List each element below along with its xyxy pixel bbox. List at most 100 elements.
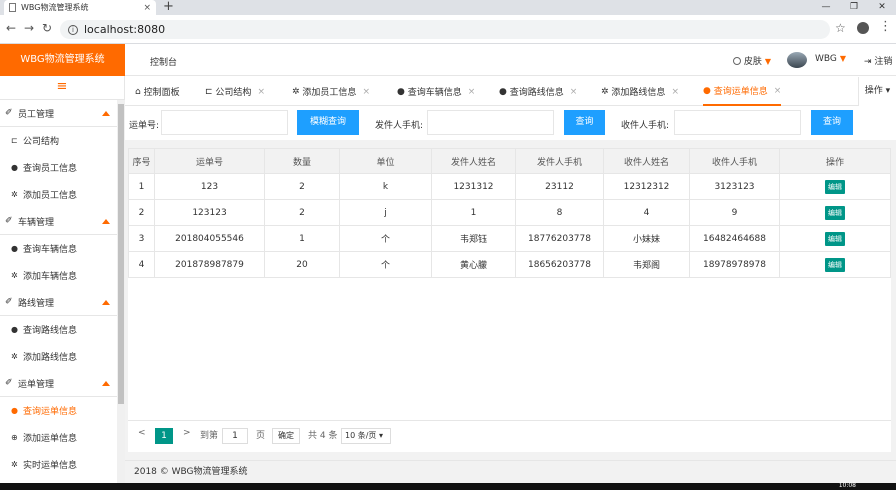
table-cell: 小妹妹 — [603, 225, 690, 252]
reload-icon[interactable]: ↻ — [42, 21, 52, 35]
edit-button[interactable]: 编辑 — [825, 179, 845, 194]
edit-button[interactable]: 编辑 — [825, 231, 845, 246]
prev-page-icon[interactable]: < — [138, 428, 146, 438]
sidebar: ≡ ✐ 员工管理 ⊏ 公司结构 ● 查询员工信息 ✲ 添加员工信息 ✐ 车辆管理 ● 查询车… — [0, 76, 125, 490]
page-tabs: ⌂ 控制面板 ⊏ 公司结构 × ✲ 添加员工信息 × ● 查询车辆信息 × ● 查询路… — [125, 77, 896, 106]
browser-tab[interactable]: WBG物流管理系统 × — [4, 0, 156, 15]
address-bar[interactable]: i localhost:8080 — [60, 20, 830, 39]
header-nav-console[interactable]: 控制台 — [150, 55, 177, 68]
bookmark-star-icon[interactable]: ☆ — [835, 21, 846, 35]
sidebar-scrollbar-thumb[interactable] — [118, 104, 124, 404]
tab-close-icon[interactable]: × — [362, 87, 370, 97]
user-menu[interactable]: WBG ▼ — [815, 54, 846, 64]
sidebar-item-query-staff[interactable]: ● 查询员工信息 — [0, 154, 124, 181]
page-footer: 2018 © WBG物流管理系统 — [125, 460, 896, 483]
browser-tab-title: WBG物流管理系统 — [21, 3, 89, 12]
browser-tab-close-icon[interactable]: × — [143, 3, 151, 13]
table-cell: 20 — [264, 251, 340, 278]
column-header[interactable]: 运单号 — [154, 148, 265, 174]
tab-dashboard[interactable]: ⌂ 控制面板 — [135, 77, 180, 106]
profile-icon[interactable] — [857, 22, 869, 34]
sidebar-item-query-waybill[interactable]: ● 查询运单信息 — [0, 397, 124, 424]
skin-label: 皮肤 — [743, 57, 762, 67]
table-cell: 18776203778 — [515, 225, 604, 252]
tabs-operations-button[interactable]: 操作 ▾ — [858, 77, 896, 106]
sidebar-group-vehicle[interactable]: ✐ 车辆管理 — [0, 208, 124, 235]
page-size-select[interactable]: 10 条/页 ▾ — [341, 428, 391, 444]
sidebar-item-add-staff[interactable]: ✲ 添加员工信息 — [0, 181, 124, 208]
restore-icon[interactable]: ❐ — [840, 0, 868, 15]
edit-button[interactable]: 编辑 — [825, 205, 845, 220]
table-row: 2 123123 2 j 1 8 4 9 编辑 — [128, 199, 891, 226]
chevron-down-icon: ▼ — [839, 54, 847, 63]
app-header: WBG物流管理系统 控制台 皮肤 ▼ WBG ▼ ⇥ 注销 — [0, 44, 896, 76]
column-header[interactable]: 操作 — [779, 148, 891, 174]
tab-query-route[interactable]: ● 查询路线信息 × — [499, 77, 577, 106]
sidebar-item-label: 实时运单信息 — [23, 461, 78, 471]
tab-close-icon[interactable]: × — [257, 87, 265, 97]
address-url[interactable]: localhost:8080 — [84, 23, 165, 36]
back-icon[interactable]: ← — [6, 21, 16, 35]
user-icon: ● — [11, 244, 18, 253]
column-header[interactable]: 序号 — [128, 148, 155, 174]
tab-close-icon[interactable]: × — [671, 87, 679, 97]
menu-toggle-icon[interactable]: ≡ — [0, 76, 124, 100]
table-cell: 18656203778 — [515, 251, 604, 278]
sidebar-item-realtime-waybill[interactable]: ✲ 实时运单信息 — [0, 451, 124, 478]
minimize-icon[interactable]: — — [812, 0, 840, 15]
sidebar-item-company-structure[interactable]: ⊏ 公司结构 — [0, 127, 124, 154]
taskbar-clock: 10:08 — [838, 482, 856, 489]
next-page-icon[interactable]: > — [183, 428, 191, 438]
logout-button[interactable]: ⇥ 注销 — [864, 54, 892, 67]
sidebar-item-query-route[interactable]: ● 查询路线信息 — [0, 316, 124, 343]
column-header[interactable]: 发件人姓名 — [431, 148, 516, 174]
column-header[interactable]: 单位 — [339, 148, 432, 174]
forward-icon[interactable]: → — [24, 21, 34, 35]
table-cell: 8 — [515, 199, 604, 226]
sender-query-button[interactable]: 查询 — [564, 110, 605, 135]
tab-query-vehicle[interactable]: ● 查询车辆信息 × — [397, 77, 475, 106]
sidebar-item-label: 添加车辆信息 — [23, 272, 78, 282]
current-page[interactable]: 1 — [155, 428, 173, 444]
sidebar-item-add-waybill[interactable]: ⊕ 添加运单信息 — [0, 424, 124, 451]
tab-query-waybill[interactable]: ● 查询运单信息 × — [703, 77, 782, 106]
skin-icon — [733, 57, 741, 65]
sender-phone-input[interactable] — [427, 110, 554, 135]
tab-company-structure[interactable]: ⊏ 公司结构 × — [205, 77, 265, 106]
new-tab-button[interactable]: + — [163, 0, 174, 14]
receiver-query-button[interactable]: 查询 — [811, 110, 853, 135]
waybill-input[interactable] — [161, 110, 288, 135]
column-header[interactable]: 发件人手机 — [515, 148, 604, 174]
column-header[interactable]: 数量 — [264, 148, 340, 174]
page-confirm-button[interactable]: 确定 — [272, 428, 300, 444]
column-header[interactable]: 收件人姓名 — [603, 148, 690, 174]
receiver-phone-label: 收件人手机: — [621, 121, 670, 131]
sidebar-group-waybill[interactable]: ✐ 运单管理 — [0, 370, 124, 397]
tab-add-staff[interactable]: ✲ 添加员工信息 × — [292, 77, 370, 106]
receiver-phone-input[interactable] — [674, 110, 801, 135]
close-window-icon[interactable]: ✕ — [868, 0, 896, 15]
skin-menu[interactable]: 皮肤 ▼ — [733, 54, 771, 67]
fuzzy-search-button[interactable]: 模糊查询 — [297, 110, 359, 135]
table-cell: 9 — [689, 199, 780, 226]
page-number-input[interactable]: 1 — [222, 428, 248, 444]
sidebar-item-query-vehicle[interactable]: ● 查询车辆信息 — [0, 235, 124, 262]
avatar[interactable] — [787, 52, 807, 68]
column-header[interactable]: 收件人手机 — [689, 148, 780, 174]
browser-toolbar: ← → ↻ i localhost:8080 — [0, 15, 896, 44]
sidebar-item-add-route[interactable]: ✲ 添加路线信息 — [0, 343, 124, 370]
sidebar-group-label: 车辆管理 — [18, 217, 55, 228]
sidebar-group-label: 运单管理 — [18, 379, 55, 390]
tab-close-icon[interactable]: × — [468, 87, 476, 97]
tab-close-icon[interactable]: × — [774, 86, 782, 96]
tab-close-icon[interactable]: × — [570, 87, 578, 97]
browser-menu-icon[interactable]: ⋮ — [879, 19, 892, 34]
tab-add-route[interactable]: ✲ 添加路线信息 × — [601, 77, 679, 106]
info-icon[interactable]: i — [68, 24, 78, 35]
table-row: 4 201878987879 20 个 黄心朦 18656203778 韦郑阁 … — [128, 251, 891, 278]
sidebar-group-staff[interactable]: ✐ 员工管理 — [0, 100, 124, 127]
sidebar-item-add-vehicle[interactable]: ✲ 添加车辆信息 — [0, 262, 124, 289]
sidebar-group-route[interactable]: ✐ 路线管理 — [0, 289, 124, 316]
edit-button[interactable]: 编辑 — [825, 257, 845, 272]
tab-label: 控制面板 — [143, 88, 180, 98]
